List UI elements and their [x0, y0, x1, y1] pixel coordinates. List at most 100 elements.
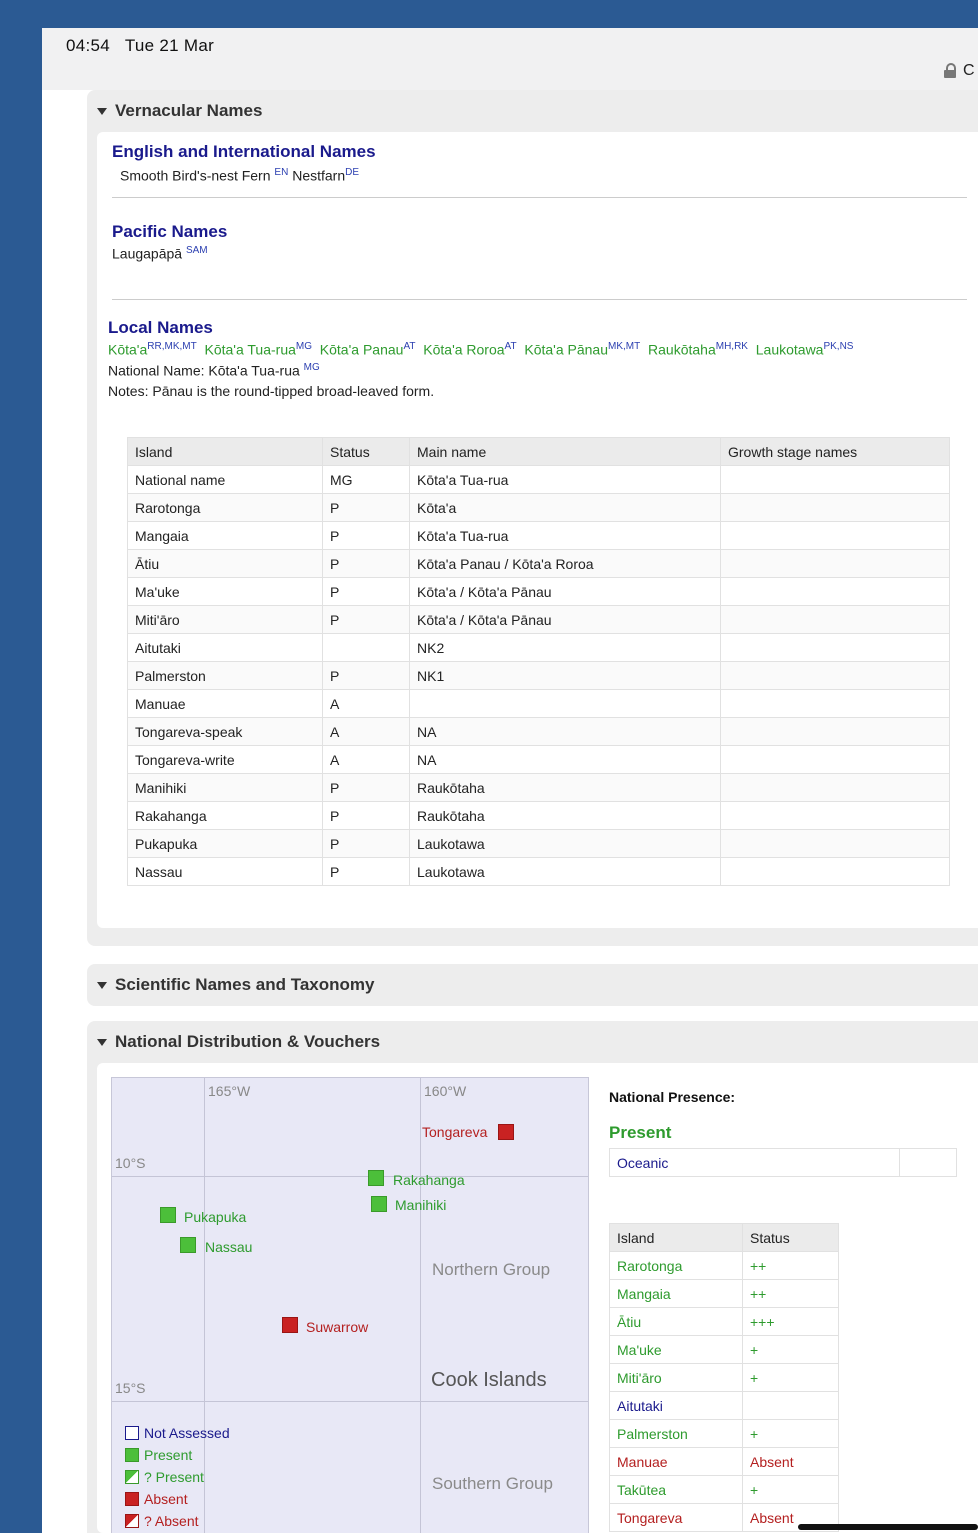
local-name: Kōta'a Roroa	[423, 341, 505, 358]
table-row: Ma'uke P Kōta'a / Kōta'a Pānau	[127, 577, 950, 606]
island-label-manihiki: Manihiki	[395, 1197, 447, 1213]
table-row: Rakahanga P Raukōtaha	[127, 801, 950, 830]
table-cell	[322, 633, 410, 662]
local-name-region: AT	[403, 341, 416, 352]
island-link[interactable]: Aitutaki	[609, 1391, 743, 1420]
page-content: Vernacular Names English and Internation…	[42, 90, 978, 1533]
table-cell	[720, 493, 950, 522]
island-link[interactable]: Mangaia	[609, 1279, 743, 1308]
legend-not-assessed: Not Assessed	[125, 1425, 230, 1441]
scientific-panel: Scientific Names and Taxonomy	[87, 964, 978, 1006]
table-row: Palmerston P NK1	[127, 661, 950, 690]
english-names-list: Smooth Bird's-nest Fern EN NestfarnDE	[120, 167, 360, 184]
island-status-table: Island Status Rarotonga ++ Mangaia ++ Ātiu ++…	[609, 1223, 839, 1532]
table-cell	[720, 577, 950, 606]
status-cell: +	[742, 1335, 839, 1364]
table-row: Mangaia ++	[609, 1279, 839, 1308]
disclosure-triangle-icon	[97, 1038, 107, 1046]
island-link[interactable]: Ma'uke	[609, 1335, 743, 1364]
island-label-pukapuka: Pukapuka	[184, 1209, 247, 1225]
scientific-toggle[interactable]: Scientific Names and Taxonomy	[87, 964, 978, 1006]
disclosure-triangle-icon	[97, 981, 107, 989]
table-cell: P	[322, 661, 410, 690]
address-bar-text[interactable]: C	[963, 62, 975, 80]
table-row: Miti'āro P Kōta'a / Kōta'a Pānau	[127, 605, 950, 634]
status-cell	[742, 1391, 839, 1420]
table-row: Nassau P Laukotawa	[127, 857, 950, 886]
island-marker-pukapuka[interactable]	[160, 1207, 176, 1223]
island-label-nassau: Nassau	[205, 1239, 253, 1255]
local-name: Kōta'a Tua-rua	[204, 341, 296, 358]
local-name: Raukōtaha	[648, 341, 716, 358]
island-marker-suwarrow[interactable]	[282, 1317, 298, 1333]
table-cell	[720, 717, 950, 746]
island-marker-tongareva[interactable]	[498, 1124, 514, 1140]
island-marker-rakahanga[interactable]	[368, 1170, 384, 1186]
local-name-region: PK,NS	[823, 341, 854, 352]
island-link[interactable]: Ātiu	[609, 1307, 743, 1336]
table-cell: Manihiki	[127, 773, 323, 802]
island-link[interactable]: Takūtea	[609, 1475, 743, 1504]
longitude-label: 165°W	[208, 1083, 251, 1099]
table-row: Manihiki P Raukōtaha	[127, 773, 950, 802]
col-header-main-name: Main name	[409, 437, 721, 466]
table-cell	[720, 745, 950, 774]
status-cell: ++	[742, 1251, 839, 1280]
table-cell	[720, 465, 950, 494]
table-row: Takūtea +	[609, 1475, 839, 1504]
distribution-map: 165°W 160°W 10°S 15°S Tongareva Rakahang…	[111, 1077, 589, 1533]
legend-box-icon	[125, 1514, 139, 1528]
island-label-suwarrow: Suwarrow	[306, 1319, 369, 1335]
col-header-island: Island	[127, 437, 323, 466]
table-cell: MG	[322, 465, 410, 494]
island-link[interactable]: Tongareva	[609, 1503, 743, 1532]
status-bar: 04:54 Tue 21 Mar C	[42, 28, 978, 90]
status-cell: +++	[742, 1307, 839, 1336]
table-cell	[720, 549, 950, 578]
distribution-body: 165°W 160°W 10°S 15°S Tongareva Rakahang…	[97, 1063, 978, 1533]
local-names-heading: Local Names	[108, 318, 213, 337]
vernacular-toggle[interactable]: Vernacular Names	[87, 90, 978, 132]
distribution-toggle[interactable]: National Distribution & Vouchers	[87, 1021, 978, 1063]
local-name: Kōta'a Pānau	[524, 341, 609, 358]
table-cell	[720, 857, 950, 886]
status-cell: +	[742, 1419, 839, 1448]
oceanic-table: Oceanic	[609, 1148, 957, 1177]
table-cell	[720, 605, 950, 634]
table-cell: Raukōtaha	[409, 801, 721, 830]
divider	[112, 299, 967, 300]
table-cell: Mangaia	[127, 521, 323, 550]
status-cell: +	[742, 1363, 839, 1392]
island-marker-nassau[interactable]	[180, 1237, 196, 1253]
home-indicator[interactable]	[798, 1524, 978, 1530]
legend-box-icon	[125, 1448, 139, 1462]
present-heading: Present	[609, 1123, 672, 1142]
table-cell: Ma'uke	[127, 577, 323, 606]
table-cell: Kōta'a / Kōta'a Pānau	[409, 605, 721, 634]
table-cell: Laukotawa	[409, 857, 721, 886]
legend-box-icon	[125, 1470, 139, 1484]
table-row: Pukapuka P Laukotawa	[127, 829, 950, 858]
island-link[interactable]: Rarotonga	[609, 1251, 743, 1280]
latitude-label: 10°S	[115, 1155, 146, 1171]
table-row: Tongareva-write A NA	[127, 745, 950, 774]
table-row: Rarotonga P Kōta'a	[127, 493, 950, 522]
local-names-list: Kōta'aRR,MK,MT Kōta'a Tua-ruaMG Kōta'a P…	[108, 341, 978, 358]
table-cell: A	[322, 745, 410, 774]
island-link[interactable]: Manuae	[609, 1447, 743, 1476]
vernacular-panel: Vernacular Names English and Internation…	[87, 90, 978, 946]
local-names-notes: Notes: Pānau is the round-tipped broad-l…	[108, 383, 435, 400]
island-marker-manihiki[interactable]	[371, 1196, 387, 1212]
distribution-panel: National Distribution & Vouchers 165°W 1…	[87, 1021, 978, 1533]
island-label-tongareva: Tongareva	[422, 1124, 488, 1140]
local-name-region: MH,RK	[715, 341, 748, 352]
table-cell: P	[322, 577, 410, 606]
col-header-island: Island	[609, 1223, 743, 1252]
island-link[interactable]: Miti'āro	[609, 1363, 743, 1392]
table-cell: Nassau	[127, 857, 323, 886]
table-row: Ātiu P Kōta'a Panau / Kōta'a Roroa	[127, 549, 950, 578]
island-link[interactable]: Palmerston	[609, 1419, 743, 1448]
local-names-table: Island Status Main name Growth stage nam…	[127, 437, 950, 886]
region-label-cook-islands: Cook Islands	[431, 1369, 547, 1391]
legend-box-icon	[125, 1492, 139, 1506]
